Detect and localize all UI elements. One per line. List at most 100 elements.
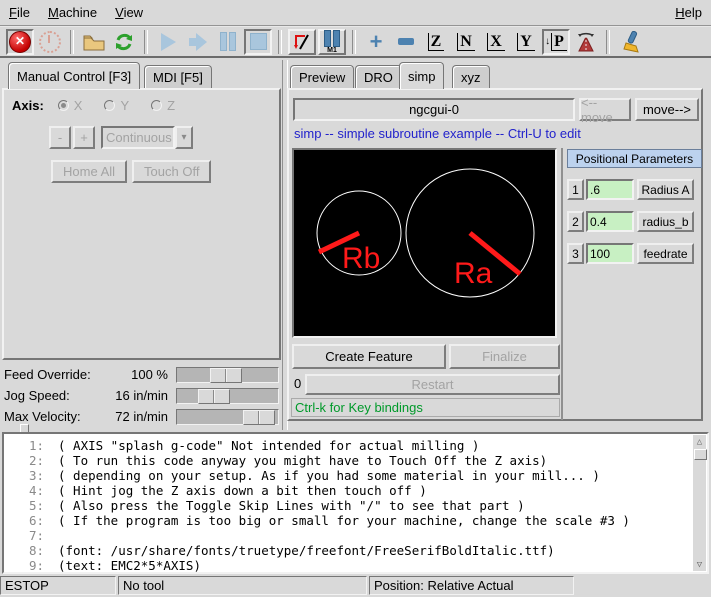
slider-handle[interactable] <box>210 368 242 383</box>
feed-override-slider[interactable] <box>176 367 279 383</box>
param-value-input[interactable] <box>586 179 634 200</box>
axis-window: File Machine View Help ✕ <box>0 0 711 597</box>
view-y-icon: Y <box>517 33 535 51</box>
stop-button[interactable] <box>244 29 272 55</box>
pause-icon <box>219 32 237 51</box>
move-left-button[interactable]: <--move <box>579 98 631 121</box>
tab-label: MDI [F5] <box>153 70 203 85</box>
chevron-down-icon[interactable] <box>175 126 193 149</box>
tab-manual-control[interactable]: Manual Control [F3] <box>8 62 140 89</box>
tab-dro[interactable]: DRO <box>355 65 402 89</box>
param-number: 1 <box>567 179 584 200</box>
menu-file[interactable]: File <box>0 1 39 24</box>
param-row: 2 radius_b <box>567 211 702 232</box>
touch-off-button[interactable]: Touch Off <box>132 160 211 183</box>
toolbar-separator <box>606 30 610 54</box>
tab-xyz[interactable]: xyz <box>452 65 490 89</box>
axis-radio-x[interactable]: X <box>58 98 83 113</box>
gcode-line: 8:(font: /usr/share/fonts/truetype/freef… <box>4 543 707 558</box>
feed-override-value: 100 % <box>98 367 176 382</box>
restart-button[interactable]: Restart <box>305 374 560 395</box>
jog-minus-button[interactable]: - <box>49 126 71 149</box>
scrollbar-thumb[interactable] <box>694 449 707 460</box>
rotate-view-button[interactable] <box>572 29 600 55</box>
jog-speed-slider[interactable] <box>176 388 279 404</box>
scroll-down-icon[interactable]: ▽ <box>693 558 706 571</box>
slider-section: Feed Override: 100 % Jog Speed: 16 in/mi… <box>4 365 282 428</box>
max-velocity-row: Max Velocity: 72 in/min <box>4 407 282 426</box>
run-icon <box>161 33 176 51</box>
feed-override-label: Feed Override: <box>4 367 98 382</box>
simp-tab-frame: ngcgui-0 <--move move--> simp -- simple … <box>287 88 703 421</box>
radio-label: X <box>74 98 83 113</box>
radio-icon <box>151 100 162 111</box>
toggle-skip-lines-button[interactable] <box>288 29 316 55</box>
pause-button[interactable] <box>214 29 242 55</box>
gcode-line: 4:( Hint jog the Z axis down a bit then … <box>4 483 707 498</box>
finalize-button[interactable]: Finalize <box>449 344 560 369</box>
zoom-in-button[interactable]: + <box>362 29 390 55</box>
radio-icon <box>104 100 115 111</box>
jog-mode-combobox[interactable]: Continuous <box>101 126 193 149</box>
view-z-rotated-button[interactable]: N <box>452 29 480 55</box>
jog-plus-button[interactable]: + <box>73 126 95 149</box>
slider-handle[interactable] <box>243 410 275 425</box>
gcode-line: 1:( AXIS "splash g-code" Not intended fo… <box>4 438 707 453</box>
radius-b-label: Rb <box>342 242 380 275</box>
tab-simp[interactable]: simp <box>399 62 444 89</box>
param-value-input[interactable] <box>586 211 634 232</box>
home-all-button[interactable]: Home All <box>51 160 127 183</box>
gcode-scrollbar[interactable]: △ ▽ <box>693 435 706 571</box>
radio-label: Z <box>167 98 175 113</box>
run-button[interactable] <box>154 29 182 55</box>
view-z-rotated-icon: N <box>457 33 475 51</box>
estop-button[interactable]: ✕ <box>6 29 34 55</box>
gcode-listing[interactable]: 1:( AXIS "splash g-code" Not intended fo… <box>2 432 709 574</box>
slider-handle[interactable] <box>198 389 230 404</box>
menubar: File Machine View Help <box>0 0 711 27</box>
tab-preview[interactable]: Preview <box>290 65 354 89</box>
view-z-button[interactable]: Z <box>422 29 450 55</box>
optional-pause-m1-button[interactable]: M1 <box>318 29 346 55</box>
create-feature-button[interactable]: Create Feature <box>292 344 446 369</box>
jog-mode-value: Continuous <box>101 126 175 149</box>
view-perspective-button[interactable]: ↓P <box>542 29 570 55</box>
gcode-line: 5:( Also press the Toggle Skip Lines wit… <box>4 498 707 513</box>
gcode-line: 2:( To run this code anyway you might ha… <box>4 453 707 468</box>
clear-plot-button[interactable] <box>616 29 644 55</box>
reload-button[interactable] <box>110 29 138 55</box>
tab-mdi[interactable]: MDI [F5] <box>144 65 212 89</box>
axis-radio-y[interactable]: Y <box>104 98 129 113</box>
step-button[interactable] <box>184 29 212 55</box>
param-row: 1 Radius A <box>567 179 702 200</box>
gcode-line: 7: <box>4 528 707 543</box>
param-value-input[interactable] <box>586 243 634 264</box>
max-velocity-slider[interactable] <box>176 409 279 425</box>
toggle-skip-lines-icon <box>292 33 312 51</box>
max-velocity-label: Max Velocity: <box>4 409 98 424</box>
jog-speed-value: 16 in/min <box>98 388 176 403</box>
axis-radio-z[interactable]: Z <box>151 98 175 113</box>
menu-view[interactable]: View <box>106 1 152 24</box>
ngcgui-instance-label: ngcgui-0 <box>293 98 575 121</box>
open-file-icon <box>82 32 106 52</box>
stop-icon <box>250 33 267 50</box>
menu-help[interactable]: Help <box>666 1 711 24</box>
preview-canvas: Rb Ra <box>292 148 557 338</box>
param-number: 2 <box>567 211 584 232</box>
tab-label: Manual Control [F3] <box>17 69 131 84</box>
gcode-line: 6:( If the program is too big or small f… <box>4 513 707 528</box>
menu-machine[interactable]: Machine <box>39 1 106 24</box>
view-y-button[interactable]: Y <box>512 29 540 55</box>
tab-label: simp <box>408 69 435 84</box>
machine-power-button[interactable] <box>36 29 64 55</box>
move-right-button[interactable]: move--> <box>635 98 699 121</box>
scroll-up-icon[interactable]: △ <box>693 435 706 448</box>
gcode-line: 3:( depending on your setup. As if you h… <box>4 468 707 483</box>
optional-pause-m1-icon: M1 <box>323 30 341 54</box>
key-bindings-hint: Ctrl-k for Key bindings <box>291 398 560 417</box>
down-arrow-icon: ↓ <box>545 36 550 47</box>
open-file-button[interactable] <box>80 29 108 55</box>
zoom-out-button[interactable] <box>392 29 420 55</box>
view-x-button[interactable]: X <box>482 29 510 55</box>
